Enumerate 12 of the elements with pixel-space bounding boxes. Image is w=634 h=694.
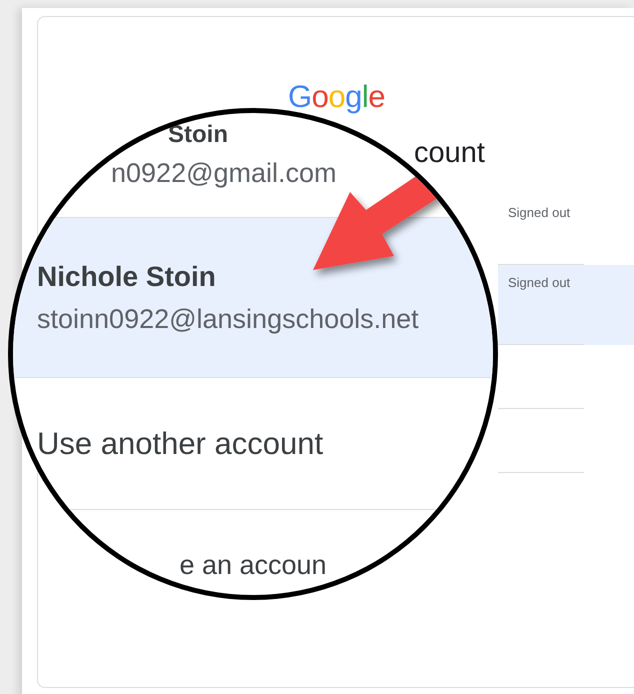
use-another-account-link[interactable]: Use another account bbox=[37, 426, 324, 462]
status-label: Signed out bbox=[508, 205, 570, 220]
status-label: Signed out bbox=[508, 275, 570, 290]
account-name: Stoin bbox=[168, 122, 228, 148]
account-email: stoinn0922@lansingschools.net bbox=[37, 303, 419, 336]
account-name: Nichole Stoin bbox=[37, 262, 216, 292]
google-logo: Google bbox=[288, 79, 386, 115]
page-title: count bbox=[414, 136, 485, 170]
account-row[interactable]: Signed out bbox=[498, 265, 634, 345]
zoomed-account-row[interactable]: Nichole Stoin stoinn0922@lansingschools.net bbox=[13, 218, 493, 378]
create-account-link[interactable]: e an accoun bbox=[179, 550, 327, 581]
account-email: n0922@gmail.com bbox=[111, 157, 337, 190]
